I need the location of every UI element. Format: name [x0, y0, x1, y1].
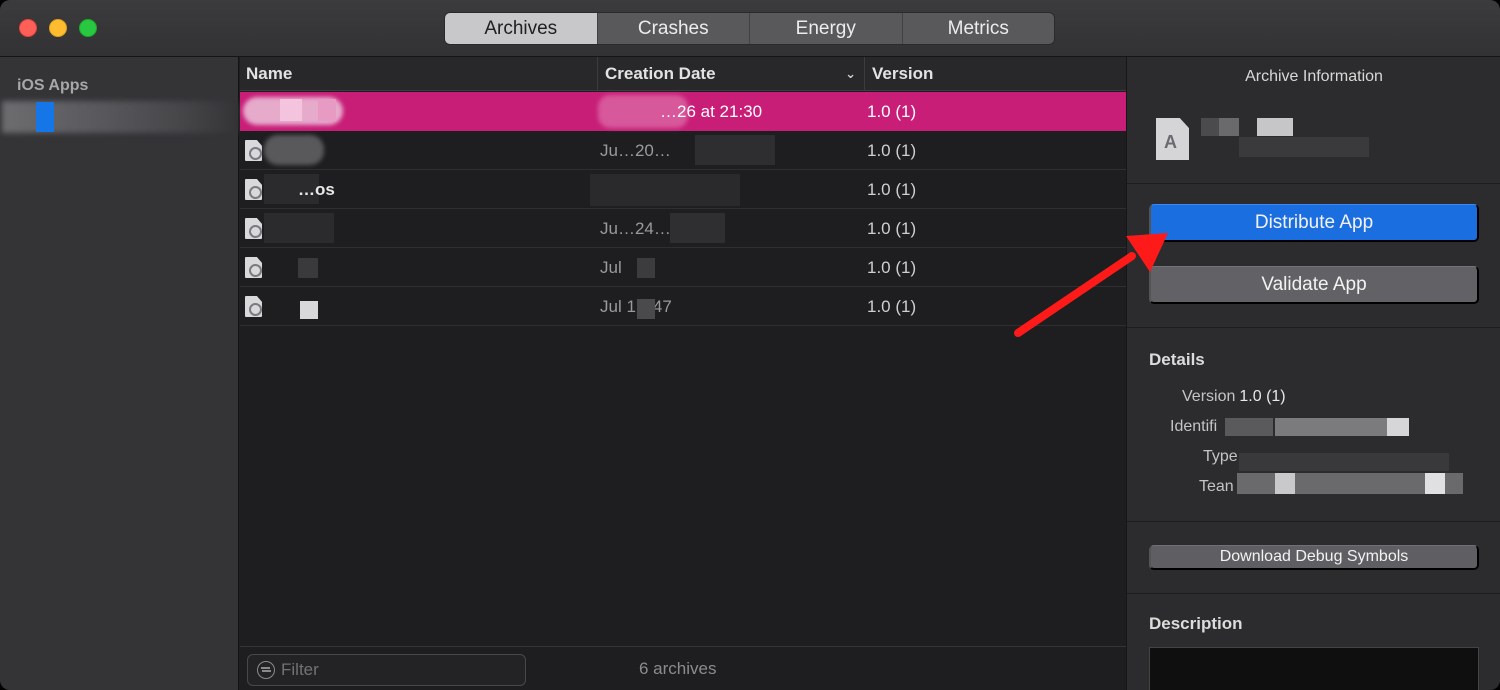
table-row[interactable]: Ju…24…:01 1.0 (1)	[240, 209, 1126, 248]
redacted-block	[1257, 118, 1293, 136]
description-heading: Description	[1149, 614, 1243, 633]
row-version: 1.0 (1)	[867, 141, 917, 160]
redacted-block	[318, 99, 336, 121]
archive-icon	[245, 179, 262, 200]
divider	[1127, 521, 1500, 522]
minimize-window-button[interactable]	[49, 19, 67, 37]
sidebar-heading: iOS Apps	[17, 77, 89, 94]
redacted-identifier	[1275, 418, 1395, 436]
validate-app-button[interactable]: Validate App	[1149, 266, 1479, 304]
column-header-version[interactable]: Version	[866, 57, 1126, 91]
tab-energy[interactable]: Energy	[750, 13, 903, 44]
redacted-name	[264, 135, 324, 165]
filter-icon	[257, 661, 275, 679]
column-header-name[interactable]: Name	[240, 57, 598, 91]
detail-key: Version	[1182, 388, 1236, 405]
column-header-date[interactable]: Creation Date ⌄	[599, 57, 865, 91]
redacted-team	[1275, 473, 1295, 494]
redacted-date	[670, 213, 725, 243]
distribute-app-button[interactable]: Distribute App	[1149, 204, 1479, 242]
divider	[1127, 183, 1500, 184]
redacted-identifier	[1225, 418, 1273, 436]
redacted-name	[298, 258, 318, 278]
archive-icon	[245, 296, 262, 317]
redacted-team	[1425, 473, 1445, 494]
table-row[interactable]: Jul 1…47 1.0 (1)	[240, 287, 1126, 326]
zoom-window-button[interactable]	[79, 19, 97, 37]
row-version: 1.0 (1)	[867, 102, 917, 121]
redacted-date	[590, 174, 740, 206]
detail-team: Tean	[1199, 478, 1234, 496]
organizer-window: Archives Crashes Energy Metrics iOS Apps…	[0, 0, 1500, 690]
column-header-date-label: Creation Date	[605, 64, 716, 83]
list-footer: 6 archives	[240, 646, 1126, 690]
sidebar: iOS Apps	[0, 57, 239, 690]
archive-icon	[245, 218, 262, 239]
detail-identifier: Identifi	[1170, 418, 1217, 436]
redacted-identifier	[1387, 418, 1409, 436]
title-bar: Archives Crashes Energy Metrics	[0, 0, 1500, 57]
redacted-block	[1239, 137, 1369, 157]
table-header: Name Creation Date ⌄ Version	[240, 57, 1126, 91]
details-heading: Details	[1149, 350, 1205, 369]
redacted-block	[280, 99, 302, 121]
table-row[interactable]: …os 1.0 (1)	[240, 170, 1126, 209]
divider	[1127, 327, 1500, 328]
detail-key: Identifi	[1170, 418, 1218, 435]
organizer-tab-control: Archives Crashes Energy Metrics	[444, 12, 1055, 45]
row-version: 1.0 (1)	[867, 219, 917, 238]
description-textarea[interactable]	[1149, 647, 1479, 690]
row-name: …os	[298, 180, 335, 199]
archive-count: 6 archives	[639, 659, 717, 678]
tab-metrics[interactable]: Metrics	[903, 13, 1055, 44]
app-icon	[36, 102, 54, 132]
tab-archives[interactable]: Archives	[445, 13, 598, 44]
archive-icon	[245, 140, 262, 161]
redacted-date	[637, 299, 655, 319]
filter-input[interactable]	[281, 658, 511, 682]
close-window-button[interactable]	[19, 19, 37, 37]
archive-info-panel: Archive Information A Distribute App Val…	[1126, 57, 1500, 690]
table-row[interactable]: Ju…20… 1.0 (1)	[240, 131, 1126, 170]
redacted-date	[637, 258, 655, 278]
redacted-date	[695, 135, 775, 165]
row-version: 1.0 (1)	[867, 297, 917, 316]
filter-field[interactable]	[247, 654, 526, 686]
redacted-type	[1239, 453, 1449, 471]
table-row[interactable]: …26 at 21:30 1.0 (1)	[240, 92, 1126, 131]
detail-type: Type	[1203, 448, 1238, 466]
tab-crashes[interactable]: Crashes	[598, 13, 750, 44]
detail-version: Version 1.0 (1)	[1182, 388, 1286, 406]
divider	[1127, 593, 1500, 594]
redacted-archive-name	[1201, 118, 1219, 136]
table-row[interactable]: Jul 1.0 (1)	[240, 248, 1126, 287]
redacted-name	[300, 301, 318, 319]
sidebar-item-app[interactable]	[0, 99, 238, 135]
panel-title: Archive Information	[1245, 68, 1383, 85]
detail-key: Type	[1203, 448, 1238, 465]
row-version: 1.0 (1)	[867, 258, 917, 277]
download-debug-symbols-button[interactable]: Download Debug Symbols	[1149, 545, 1479, 570]
archive-icon	[245, 257, 262, 278]
detail-value: 1.0 (1)	[1239, 388, 1286, 405]
chevron-down-icon: ⌄	[845, 66, 856, 81]
redacted-name	[264, 213, 334, 243]
app-archive-icon: A	[1156, 118, 1189, 160]
archive-list: Name Creation Date ⌄ Version …26 at 21:3…	[240, 57, 1126, 690]
row-version: 1.0 (1)	[867, 180, 917, 199]
detail-key: Tean	[1199, 478, 1234, 495]
row-date: Ju…24…:01	[600, 219, 695, 238]
redacted-block	[1219, 118, 1239, 136]
